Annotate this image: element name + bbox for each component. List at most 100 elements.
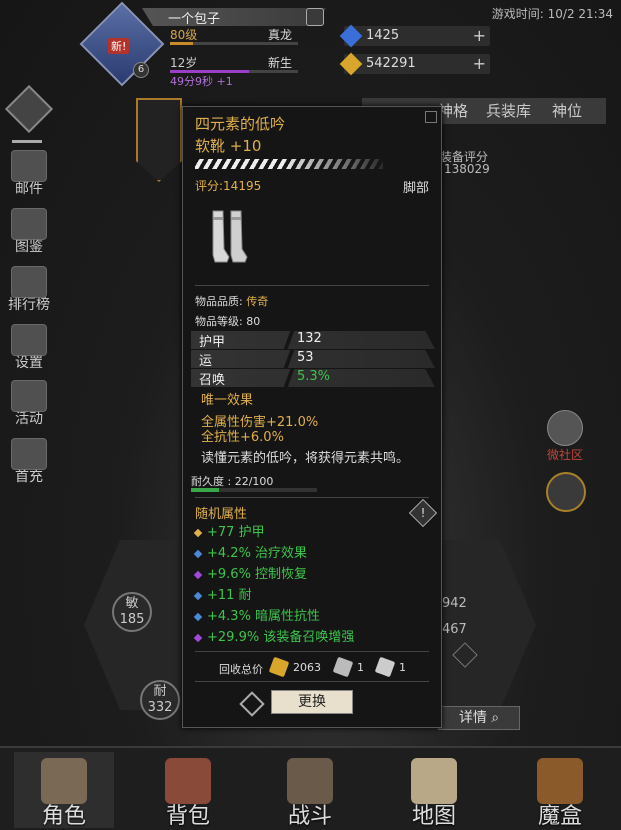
nav-map[interactable]: 地图 xyxy=(384,752,484,829)
player-stage: 新生 xyxy=(268,56,293,70)
compare-icon[interactable] xyxy=(239,691,265,717)
unique-effect-line: 全抗性+6.0% xyxy=(201,430,284,445)
base-stat-value: 53 xyxy=(297,350,314,365)
affix-line: +4.3% 暗属性抗性 xyxy=(193,605,321,624)
stat-value-right-1: 942 xyxy=(442,596,467,611)
affix-line: +77 护甲 xyxy=(193,521,265,540)
quality-value: 传奇 xyxy=(246,295,269,308)
item-level: 物品等级: 80 xyxy=(195,315,261,328)
nav-backpack[interactable]: 背包 xyxy=(138,752,238,829)
unique-effect-header: 唯一效果 xyxy=(201,393,254,408)
replace-button[interactable]: 更换 xyxy=(271,690,353,714)
random-attributes-header: 随机属性 xyxy=(195,507,248,522)
divider xyxy=(195,285,429,286)
chevron-down-icon xyxy=(12,130,42,143)
tab-divine-seat[interactable]: 神位 xyxy=(552,100,582,121)
warning-icon[interactable]: ! xyxy=(408,498,438,528)
agility-label: 敏 xyxy=(125,596,139,611)
equip-score-value: 138029 xyxy=(444,162,490,176)
nav-magic-box[interactable]: 魔盒 xyxy=(510,752,610,829)
book-icon xyxy=(11,208,47,240)
nav-label: 魔盒 xyxy=(537,804,582,829)
item-slot: 脚部 xyxy=(402,181,429,196)
nav-battle[interactable]: 战斗 xyxy=(260,752,360,829)
affix-gem-icon xyxy=(193,528,203,537)
currency-row-blue: 1425 + xyxy=(339,24,490,48)
age-timer: 49分9秒 +1 xyxy=(170,75,233,88)
nav-character[interactable]: 角色 xyxy=(14,752,114,829)
emblem-level-badge: 6 xyxy=(133,62,149,78)
agility-stat: 敏 185 xyxy=(112,592,152,632)
magnifier-icon: ⌕ xyxy=(491,710,500,726)
tab-armory[interactable]: 兵装库 xyxy=(486,100,531,121)
leaderboard-icon xyxy=(11,266,47,298)
side-item-codex[interactable]: 图鉴 xyxy=(4,208,54,256)
recycle-gold-value: 2063 xyxy=(293,661,321,674)
nav-label: 地图 xyxy=(411,804,456,829)
blue-gem-value: 1425 xyxy=(366,28,400,43)
nav-label: 角色 xyxy=(41,804,86,829)
rune-helmet-icon[interactable] xyxy=(546,472,586,512)
base-stat-label: 召唤 xyxy=(199,373,226,388)
item-quality: 物品品质: 传奇 xyxy=(195,293,268,309)
item-score: 评分:14195 xyxy=(195,179,262,193)
player-level: 80级 xyxy=(170,28,198,42)
mail-icon xyxy=(11,150,47,182)
nav-label: 战斗 xyxy=(287,804,332,829)
affix-gem-icon xyxy=(193,591,203,600)
endurance-label: 耐 xyxy=(153,684,167,699)
add-blue-gem-icon[interactable]: + xyxy=(473,26,486,45)
gold-ore-icon xyxy=(268,656,290,678)
tooltip-corner-icon xyxy=(425,111,437,123)
community-button[interactable]: 微社区 xyxy=(540,410,590,463)
gold-gem-value: 542291 xyxy=(366,56,416,71)
affix-line: +9.6% 控制恢复 xyxy=(193,563,307,582)
stone-icon xyxy=(332,656,354,678)
tab-godhood[interactable]: 神格 xyxy=(438,100,468,121)
player-age: 12岁 xyxy=(170,56,198,70)
event-icon xyxy=(11,380,47,412)
affix-text: +29.9% 该装备召唤增强 xyxy=(207,630,355,645)
boots-icon xyxy=(212,210,248,263)
gold-gem-icon xyxy=(339,52,363,76)
affix-gem-icon xyxy=(193,549,203,558)
divider xyxy=(195,497,429,498)
affix-gem-icon xyxy=(193,570,203,579)
side-item-settings[interactable]: 设置 xyxy=(4,324,54,372)
item-type: 软靴 +10 xyxy=(195,137,262,155)
add-gold-gem-icon[interactable]: + xyxy=(473,54,486,73)
recycle-total-label: 回收总价 xyxy=(219,663,263,676)
community-label: 微社区 xyxy=(546,448,583,462)
item-tooltip: 四元素的低吟 软靴 +10 评分:14195 脚部 物品品质: 传奇 物品等级:… xyxy=(182,106,442,728)
side-item-leaderboard[interactable]: 排行榜 xyxy=(4,266,54,314)
player-rank: 真龙 xyxy=(268,28,293,42)
base-stat-value: 5.3% xyxy=(297,369,331,384)
level-progress-bar xyxy=(170,42,298,45)
base-stat-row: 运 53 xyxy=(191,350,435,369)
nav-label: 背包 xyxy=(165,804,210,829)
side-item-first-recharge[interactable]: 首充 xyxy=(4,438,54,486)
divider xyxy=(195,651,429,652)
warning-glyph: ! xyxy=(420,506,426,520)
side-item-mail[interactable]: 邮件 xyxy=(4,150,54,198)
game-clock: 游戏时间: 10/2 21:34 xyxy=(491,7,613,21)
quality-label: 物品品质: xyxy=(195,295,247,308)
affix-line: +11 耐 xyxy=(193,584,252,603)
base-stat-label: 护甲 xyxy=(199,335,226,350)
side-item-events[interactable]: 活动 xyxy=(4,380,54,428)
base-stat-value: 132 xyxy=(297,331,322,346)
recycle-crystal-value: 1 xyxy=(399,661,406,674)
divider xyxy=(195,681,429,682)
edit-name-icon[interactable] xyxy=(306,8,324,26)
community-icon xyxy=(547,410,583,446)
affix-gem-icon xyxy=(193,612,203,621)
affix-gem-icon xyxy=(193,633,203,642)
affix-text: +4.3% 暗属性抗性 xyxy=(207,609,321,624)
details-button[interactable]: 详情 ⌕ xyxy=(438,706,520,730)
durability-fill xyxy=(191,488,219,492)
blue-gem-icon xyxy=(339,24,363,48)
stat-value-right-2: 467 xyxy=(442,622,467,637)
agility-value: 185 xyxy=(119,612,145,627)
recharge-icon xyxy=(11,438,47,470)
level-progress-fill xyxy=(170,42,194,45)
